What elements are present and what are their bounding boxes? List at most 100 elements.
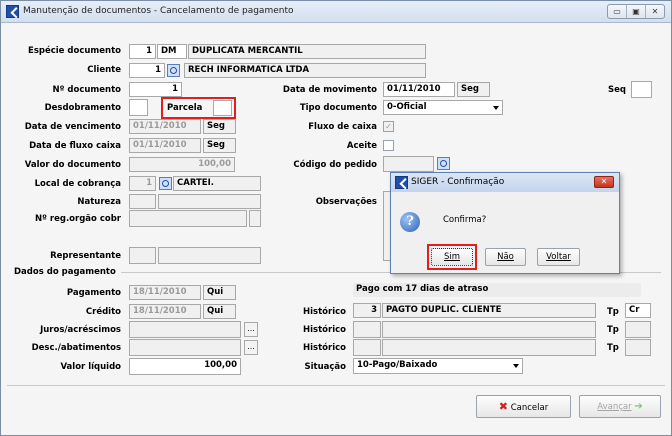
- local-desc-field: CARTEI.: [173, 176, 261, 191]
- desdobramento-label: Desdobramento: [44, 103, 121, 113]
- maximize-button[interactable]: ▣: [627, 5, 646, 18]
- tp-label-3: Tp: [607, 343, 619, 353]
- representante-code-field[interactable]: [129, 247, 156, 264]
- desc-label: Desc./abatimentos: [31, 343, 121, 353]
- footer-divider: [7, 385, 665, 386]
- dialog-title-bar: SIGER - Confirmação ✕: [391, 173, 619, 192]
- historico1-desc: PAGTO DUPLIC. CLIENTE: [382, 303, 596, 318]
- fluxo-caixa-checkbox[interactable]: ✓: [383, 121, 394, 132]
- valor-doc-label: Valor do documento: [24, 160, 121, 170]
- pedido-lookup-icon[interactable]: [437, 157, 450, 170]
- especie-desc-field: DUPLICATA MERCANTIL: [188, 44, 426, 59]
- dialog-close-button[interactable]: ✕: [594, 176, 614, 188]
- especie-code-field[interactable]: 1: [129, 44, 156, 59]
- ndoc-label: Nº documento: [52, 85, 121, 95]
- fluxo-caixa-label: Fluxo de caixa: [308, 122, 377, 132]
- natureza-desc-field: [158, 194, 261, 209]
- natureza-code-field[interactable]: [129, 194, 156, 209]
- observacoes-label: Observações: [315, 197, 377, 207]
- cliente-lookup-icon[interactable]: [167, 64, 180, 77]
- aceite-checkbox[interactable]: [383, 140, 394, 151]
- parcela-field[interactable]: [213, 100, 232, 116]
- credito-date-field[interactable]: 18/11/2010: [129, 304, 201, 319]
- tp-label-2: Tp: [607, 325, 619, 335]
- window-controls: ▭ ▣ ✕: [607, 4, 665, 19]
- dialog-title: SIGER - Confirmação: [411, 177, 505, 187]
- cancelar-button[interactable]: ✖ Cancelar: [476, 395, 571, 418]
- historico2-code[interactable]: [353, 321, 381, 338]
- juros-label: Juros/acréscimos: [40, 325, 121, 335]
- cliente-nome-field: RECH INFORMATICA LTDA: [184, 63, 426, 78]
- avancar-button[interactable]: Avançar ➔: [579, 395, 661, 418]
- seq-field[interactable]: [631, 81, 652, 98]
- representante-desc-field: [158, 247, 261, 264]
- minimize-button[interactable]: ▭: [608, 5, 627, 18]
- title-bar: Manutenção de documentos - Cancelamento …: [1, 1, 671, 23]
- local-label: Local de cobrança: [34, 179, 121, 189]
- credito-dia: Qui: [203, 304, 236, 319]
- atraso-text: Pago com 17 dias de atraso: [353, 283, 641, 297]
- data-mov-label: Data de movimento: [282, 85, 377, 95]
- tp3-field[interactable]: [625, 339, 651, 356]
- voltar-button[interactable]: Voltar: [537, 248, 580, 266]
- nao-label: Não: [497, 252, 514, 262]
- desc-field[interactable]: [129, 339, 241, 356]
- venc-field[interactable]: 01/11/2010: [129, 119, 201, 134]
- especie-sigla-field[interactable]: DM: [157, 44, 187, 59]
- app-icon: [6, 5, 19, 18]
- nao-button[interactable]: Não: [485, 248, 526, 266]
- x-icon: ✖: [498, 400, 508, 413]
- reg-orgao-field[interactable]: [129, 210, 247, 227]
- arrow-right-icon: ➔: [634, 401, 643, 412]
- desc-ellipsis-button[interactable]: ...: [244, 340, 258, 355]
- data-mov-dia: Seg: [457, 82, 490, 97]
- ndoc-field[interactable]: 1: [129, 82, 182, 97]
- reg-orgao-label: Nº reg.orgão cobr: [35, 214, 121, 224]
- tipo-doc-label: Tipo documento: [299, 103, 377, 113]
- historico-label-1: Histórico: [303, 307, 346, 317]
- parcela-label: Parcela: [167, 103, 203, 113]
- data-mov-field[interactable]: 01/11/2010: [383, 82, 455, 97]
- tipo-doc-value: 0-Oficial: [387, 102, 427, 112]
- historico3-code[interactable]: [353, 339, 381, 356]
- avancar-label: Avançar: [597, 402, 632, 412]
- confirm-dialog: SIGER - Confirmação ✕ ? Confirma? Sim Nã…: [390, 172, 620, 274]
- pagamento-date-field[interactable]: 18/11/2010: [129, 285, 201, 300]
- aceite-label: Aceite: [346, 141, 377, 151]
- sim-label: Sim: [443, 252, 461, 262]
- valor-liq-label: Valor líquido: [60, 362, 121, 372]
- historico3-desc: [382, 339, 596, 356]
- pagamento-dia: Qui: [203, 285, 236, 300]
- tp1-field[interactable]: Cr: [625, 303, 651, 318]
- juros-ellipsis-button[interactable]: ...: [244, 322, 258, 337]
- cod-pedido-field[interactable]: [383, 156, 434, 172]
- cliente-label: Cliente: [87, 65, 121, 75]
- chevron-down-icon: [513, 364, 519, 368]
- situacao-select[interactable]: 10-Pago/Baixado: [353, 358, 523, 374]
- venc-label: Data de vencimento: [24, 122, 121, 132]
- situacao-value: 10-Pago/Baixado: [357, 360, 438, 370]
- cod-pedido-label: Código do pedido: [293, 160, 377, 170]
- tipo-doc-select[interactable]: 0-Oficial: [383, 100, 503, 115]
- desdobramento-field[interactable]: [129, 99, 148, 116]
- cliente-code-field[interactable]: 1: [129, 63, 165, 78]
- valor-liq-field[interactable]: 100,00: [129, 358, 241, 375]
- seq-label: Seq: [608, 85, 626, 95]
- historico1-code[interactable]: 3: [353, 303, 381, 318]
- valor-doc-field[interactable]: 100,00: [129, 157, 235, 172]
- juros-field[interactable]: [129, 321, 241, 338]
- historico-label-2: Histórico: [303, 325, 346, 335]
- tp-label-1: Tp: [607, 307, 619, 317]
- data-fluxo-dia: Seg: [203, 138, 236, 153]
- sim-button[interactable]: Sim: [431, 248, 473, 266]
- dialog-app-icon: [395, 176, 408, 189]
- close-button[interactable]: ✕: [646, 5, 664, 18]
- reg-orgao-aux: [249, 210, 261, 227]
- data-fluxo-label: Data de fluxo caixa: [29, 141, 121, 151]
- local-lookup-icon[interactable]: [159, 177, 172, 190]
- local-code-field[interactable]: 1: [129, 176, 156, 191]
- tp2-field[interactable]: [625, 321, 651, 338]
- data-fluxo-field[interactable]: 01/11/2010: [129, 138, 201, 153]
- dialog-message: Confirma?: [443, 215, 487, 225]
- natureza-label: Natureza: [77, 197, 121, 207]
